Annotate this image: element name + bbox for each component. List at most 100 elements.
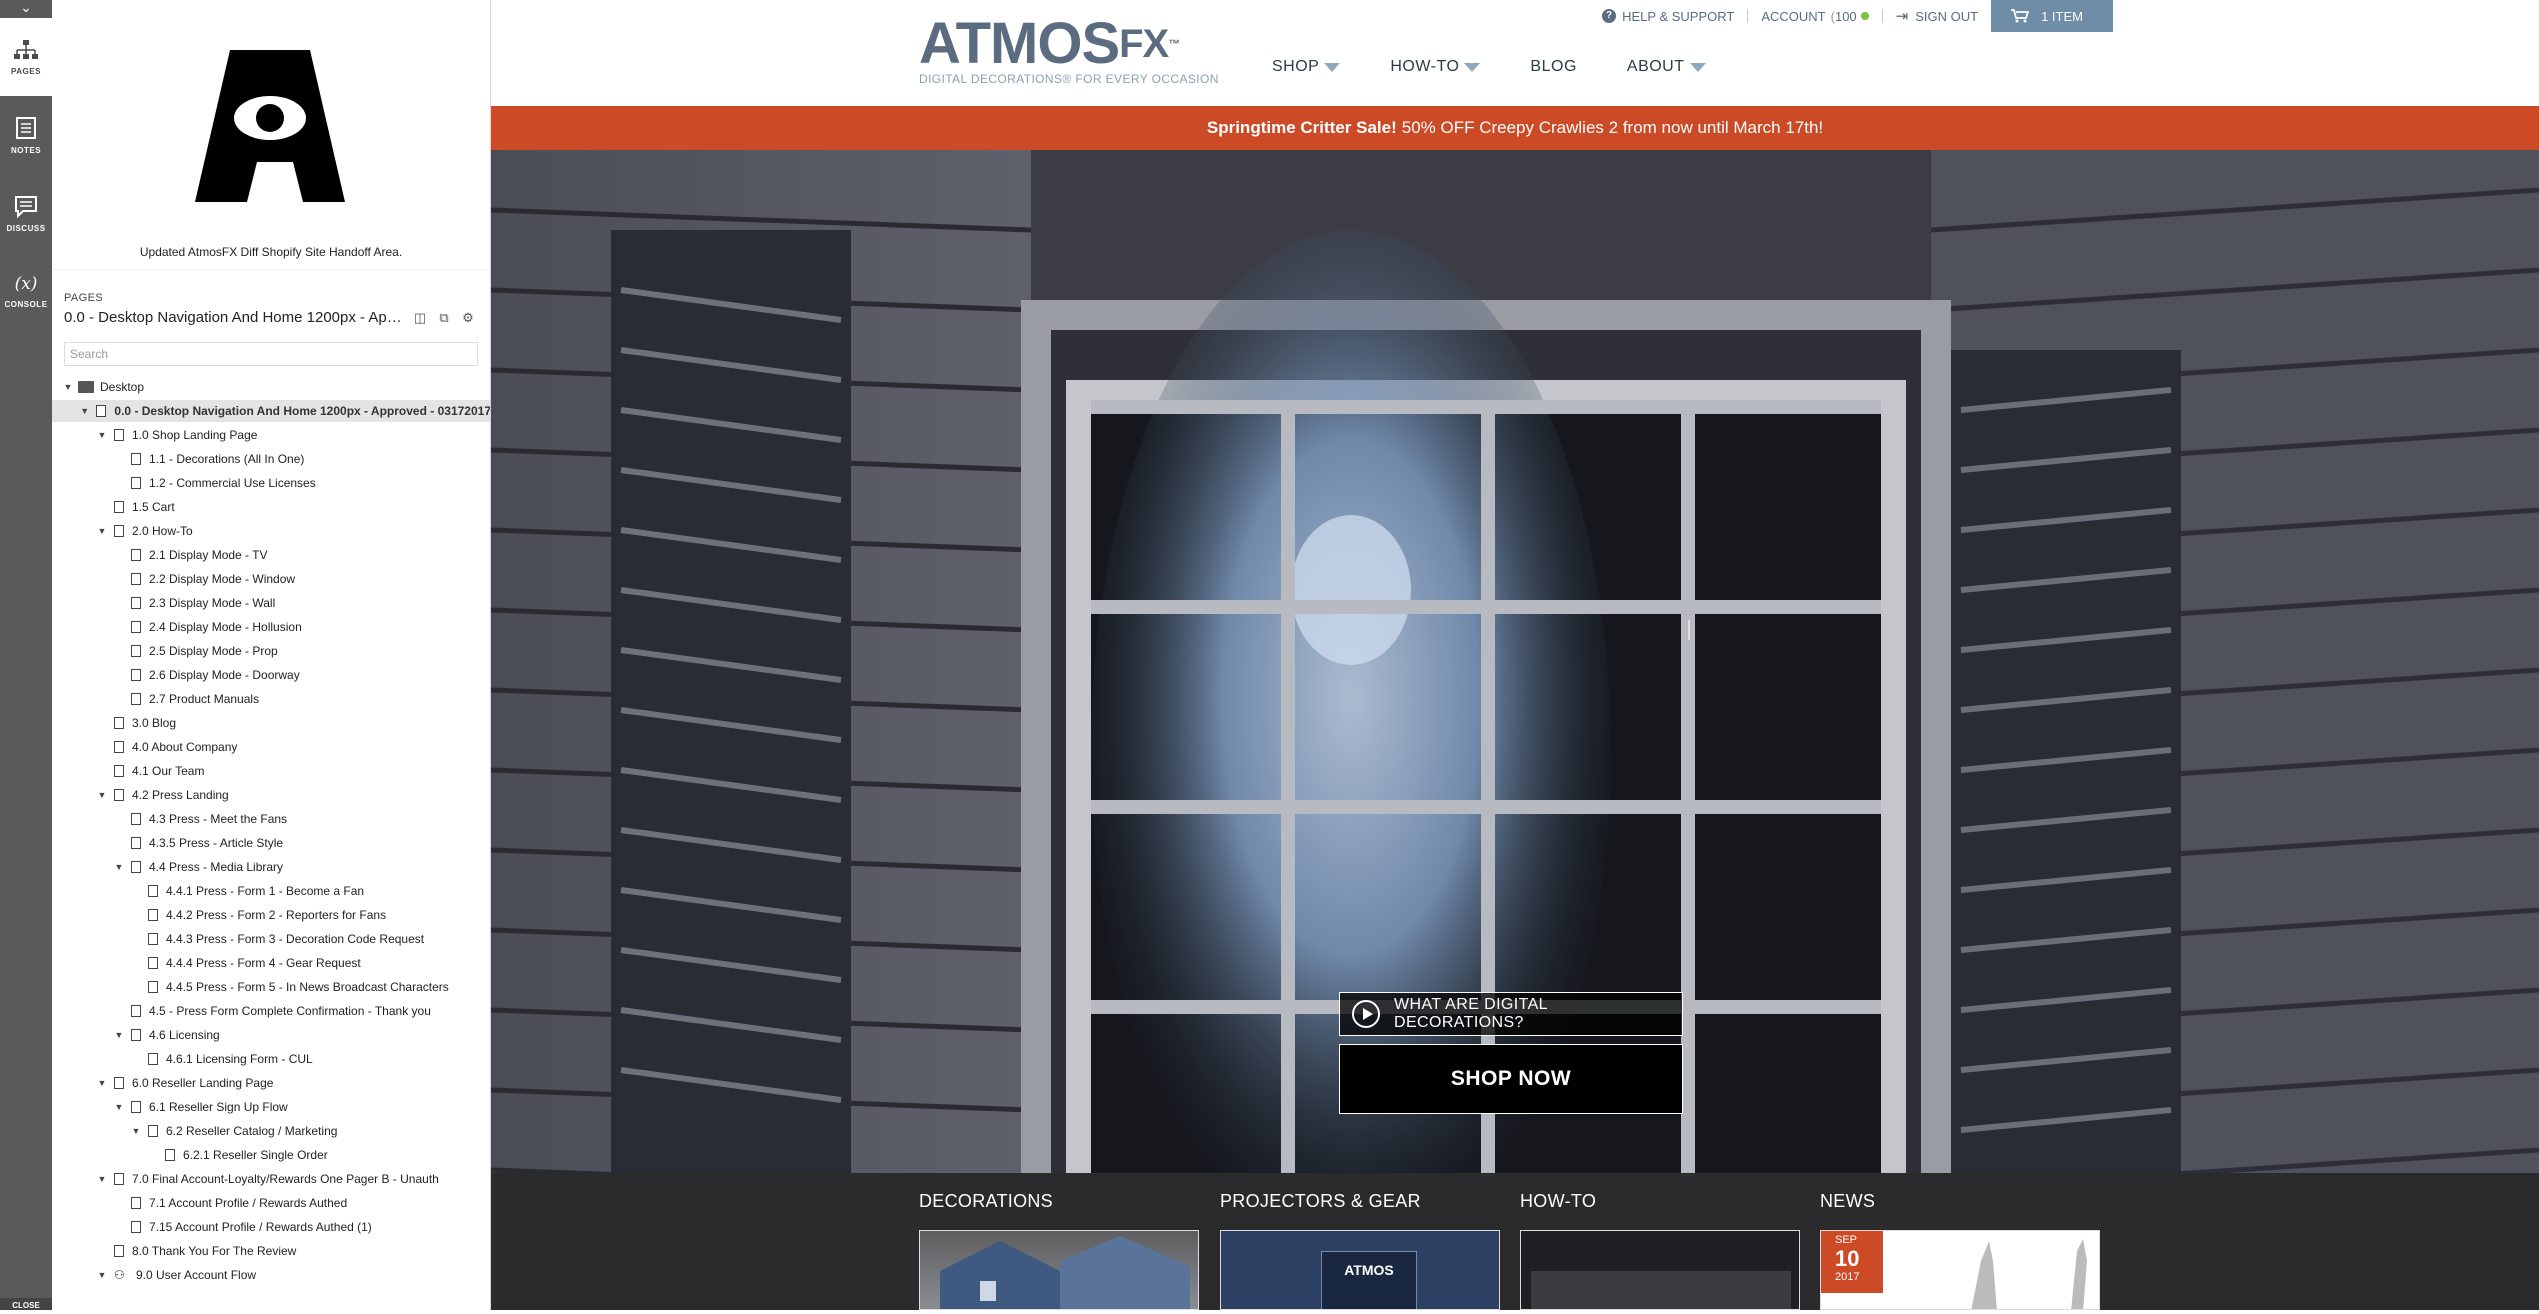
- category-news[interactable]: NEWS: [1820, 1191, 1875, 1212]
- cart-icon: [2011, 9, 2030, 23]
- expand-triangle-icon[interactable]: ▼: [113, 862, 125, 872]
- expand-triangle-icon[interactable]: ▼: [130, 1126, 142, 1136]
- tree-item[interactable]: 6.2.1 Reseller Single Order: [52, 1144, 490, 1166]
- pages-tool[interactable]: PAGES: [0, 18, 52, 96]
- tree-item[interactable]: ▼ 4.2 Press Landing: [52, 784, 490, 806]
- open-external-icon[interactable]: ⧉: [436, 310, 452, 325]
- page-icon: [131, 597, 141, 609]
- tree-item[interactable]: 2.4 Display Mode - Hollusion: [52, 616, 490, 638]
- page-icon: [114, 525, 124, 537]
- page-icon: [131, 1101, 141, 1113]
- notes-tool-label: NOTES: [10, 145, 42, 155]
- tree-item[interactable]: 7.15 Account Profile / Rewards Authed (1…: [52, 1216, 490, 1238]
- expand-triangle-icon[interactable]: ▼: [96, 430, 108, 440]
- tree-item-label: 2.1 Display Mode - TV: [149, 548, 268, 562]
- split-view-icon[interactable]: ◫: [412, 310, 428, 325]
- expand-triangle-icon[interactable]: ▼: [62, 382, 74, 392]
- expand-triangle-icon[interactable]: ▼: [96, 1174, 108, 1184]
- tree-item[interactable]: 4.6.1 Licensing Form - CUL: [52, 1048, 490, 1070]
- chevron-down-icon: [1689, 62, 1706, 72]
- expand-triangle-icon[interactable]: ▼: [96, 1270, 108, 1280]
- tree-item[interactable]: ▼ 7.0 Final Account-Loyalty/Rewards One P…: [52, 1168, 490, 1190]
- nav-blog[interactable]: BLOG: [1530, 58, 1576, 76]
- tree-item[interactable]: 2.5 Display Mode - Prop: [52, 640, 490, 662]
- decorations-tile[interactable]: [919, 1230, 1199, 1310]
- shop-now-button[interactable]: SHOP NOW: [1339, 1044, 1683, 1114]
- tree-item[interactable]: 4.1 Our Team: [52, 760, 490, 782]
- tree-item-label: 2.2 Display Mode - Window: [149, 572, 296, 586]
- tree-item[interactable]: ▼ ⚇ 9.0 User Account Flow: [52, 1264, 490, 1286]
- tree-item[interactable]: ▼ 2.0 How-To: [52, 520, 490, 542]
- expand-triangle-icon[interactable]: ▼: [113, 1030, 125, 1040]
- how-to-tile[interactable]: [1520, 1230, 1800, 1310]
- tree-item[interactable]: ▼ 6.1 Reseller Sign Up Flow: [52, 1096, 490, 1118]
- expand-triangle-icon[interactable]: ▼: [79, 406, 90, 416]
- tree-item-label: 7.1 Account Profile / Rewards Authed: [149, 1196, 348, 1210]
- tree-item[interactable]: 7.1 Account Profile / Rewards Authed: [52, 1192, 490, 1214]
- tree-item[interactable]: ▼ 4.6 Licensing: [52, 1024, 490, 1046]
- tree-item[interactable]: 2.6 Display Mode - Doorway: [52, 664, 490, 686]
- tree-item[interactable]: 4.4.2 Press - Form 2 - Reporters for Fan…: [52, 904, 490, 926]
- tree-item-label: 7.0 Final Account-Loyalty/Rewards One Pa…: [132, 1172, 439, 1186]
- nav-shop[interactable]: SHOP: [1272, 58, 1341, 76]
- help-link[interactable]: ? HELP & SUPPORT: [1589, 0, 1747, 32]
- tree-item[interactable]: 4.4.5 Press - Form 5 - In News Broadcast…: [52, 976, 490, 998]
- tree-item[interactable]: 2.7 Product Manuals: [52, 688, 490, 710]
- brand-logo[interactable]: ATMOSFX™ DIGITAL DECORATIONS® FOR EVERY …: [919, 15, 1219, 87]
- what-are-digital-decorations-button[interactable]: WHAT ARE DIGITAL DECORATIONS?: [1339, 992, 1683, 1036]
- projectors-tile[interactable]: ATMOS: [1220, 1230, 1500, 1310]
- tree-item[interactable]: 1.5 Cart: [52, 496, 490, 518]
- page-icon: [131, 813, 141, 825]
- category-decorations[interactable]: DECORATIONS: [919, 1191, 1053, 1212]
- tree-item[interactable]: ▼ 0.0 - Desktop Navigation And Home 1200p…: [52, 400, 490, 422]
- tree-item[interactable]: 4.3 Press - Meet the Fans: [52, 808, 490, 830]
- tree-item[interactable]: ▼ 4.4 Press - Media Library: [52, 856, 490, 878]
- tree-item[interactable]: ▼ 1.0 Shop Landing Page: [52, 424, 490, 446]
- nav-how-to[interactable]: HOW-TO: [1390, 58, 1481, 76]
- news-day: 10: [1835, 1246, 1860, 1271]
- nav-about[interactable]: ABOUT: [1627, 58, 1706, 76]
- expand-triangle-icon[interactable]: ▼: [96, 790, 108, 800]
- news-tile[interactable]: SEP 10 2017: [1820, 1230, 2100, 1310]
- page-icon: [131, 1005, 141, 1017]
- tree-item[interactable]: ▼ 6.0 Reseller Landing Page: [52, 1072, 490, 1094]
- expand-triangle-icon[interactable]: ▼: [96, 1078, 108, 1088]
- tree-item[interactable]: ▼ 6.2 Reseller Catalog / Marketing: [52, 1120, 490, 1142]
- discuss-tool[interactable]: DISCUSS: [0, 174, 52, 252]
- tree-item[interactable]: 1.2 - Commercial Use Licenses: [52, 472, 490, 494]
- brand-word: ATMOS: [919, 11, 1120, 76]
- signout-link[interactable]: ⇥ SIGN OUT: [1883, 0, 1991, 32]
- search-input[interactable]: Search: [64, 342, 478, 366]
- hero-banner: WHAT ARE DIGITAL DECORATIONS? SHOP NOW: [491, 150, 2539, 1310]
- tree-item-label: 6.2 Reseller Catalog / Marketing: [166, 1124, 338, 1138]
- tree-item[interactable]: 4.0 About Company: [52, 736, 490, 758]
- promo-banner[interactable]: Springtime Critter Sale! 50% OFF Creepy …: [491, 106, 2539, 150]
- expand-triangle-icon[interactable]: ▼: [96, 526, 108, 536]
- close-button[interactable]: CLOSE: [0, 1298, 52, 1310]
- tree-item[interactable]: 4.4.3 Press - Form 3 - Decoration Code R…: [52, 928, 490, 950]
- tree-item[interactable]: 4.4.1 Press - Form 1 - Become a Fan: [52, 880, 490, 902]
- pages-tool-label: PAGES: [11, 66, 41, 76]
- tree-item-label: 7.15 Account Profile / Rewards Authed (1…: [149, 1220, 372, 1234]
- tree-item[interactable]: 2.1 Display Mode - TV: [52, 544, 490, 566]
- tree-item[interactable]: 3.0 Blog: [52, 712, 490, 734]
- tree-item[interactable]: 1.1 - Decorations (All In One): [52, 448, 490, 470]
- tree-item[interactable]: ▼ Desktop: [52, 376, 490, 398]
- tree-item[interactable]: 8.0 Thank You For The Review: [52, 1240, 490, 1262]
- tree-item[interactable]: 4.4.4 Press - Form 4 - Gear Request: [52, 952, 490, 974]
- tree-item[interactable]: 2.3 Display Mode - Wall: [52, 592, 490, 614]
- collapse-chevron-icon[interactable]: ⌄: [0, 0, 52, 18]
- expand-triangle-icon[interactable]: ▼: [113, 1102, 125, 1112]
- page-icon: [131, 1221, 141, 1233]
- gear-icon[interactable]: ⚙: [460, 310, 476, 325]
- cart-button[interactable]: 1 ITEM: [1991, 0, 2113, 32]
- notes-tool[interactable]: NOTES: [0, 96, 52, 174]
- console-tool[interactable]: (x) CONSOLE: [0, 252, 52, 330]
- tree-item[interactable]: 2.2 Display Mode - Window: [52, 568, 490, 590]
- tree-item[interactable]: 4.5 - Press Form Complete Confirmation -…: [52, 1000, 490, 1022]
- category-projectors-gear[interactable]: PROJECTORS & GEAR: [1220, 1191, 1421, 1212]
- category-how-to[interactable]: HOW-TO: [1520, 1191, 1596, 1212]
- tree-item[interactable]: 4.3.5 Press - Article Style: [52, 832, 490, 854]
- page-icon: [131, 621, 141, 633]
- account-link[interactable]: ACCOUNT (100: [1748, 0, 1881, 32]
